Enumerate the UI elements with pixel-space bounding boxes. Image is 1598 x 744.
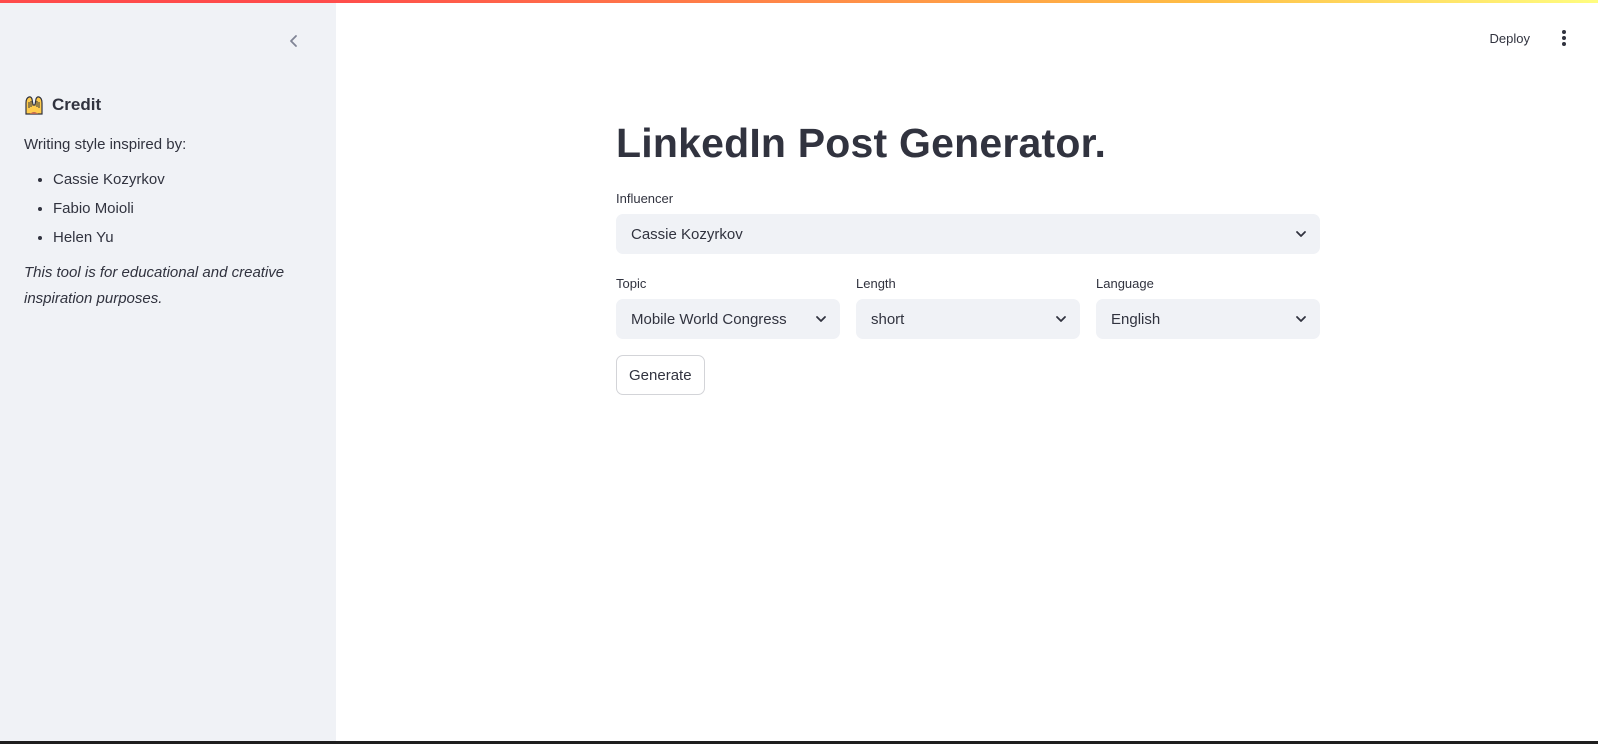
main-menu-button[interactable] [1548,22,1580,54]
list-item: Fabio Moioli [53,199,314,219]
topic-select[interactable]: Mobile World Congress [616,299,840,339]
topic-select-value: Mobile World Congress [631,310,787,328]
deploy-button[interactable]: Deploy [1480,25,1540,52]
generate-button[interactable]: Generate [616,355,705,395]
raising-hands-icon [24,94,46,116]
language-label: Language [1096,276,1154,291]
sidebar-intro: Writing style inspired by: [24,136,187,153]
collapse-sidebar-button[interactable] [283,30,305,52]
list-item: Cassie Kozyrkov [53,170,314,190]
language-select[interactable]: English [1096,299,1320,339]
length-label: Length [856,276,896,291]
length-select-value: short [871,310,905,328]
chevron-left-icon [290,35,297,47]
header-toolbar: Deploy [1480,22,1598,54]
length-column: Length short [856,273,1080,339]
chevron-down-icon [1296,231,1306,237]
influencer-select[interactable]: Cassie Kozyrkov [616,214,1320,254]
topic-column: Topic Mobile World Congress [616,273,840,339]
top-decoration-bar [0,0,1598,3]
language-select-value: English [1111,310,1161,328]
list-item: Helen Yu [53,228,314,248]
credit-heading-text: Credit [52,95,102,114]
options-row: Topic Mobile World Congress Length short… [616,273,1320,339]
chevron-down-icon [1296,316,1306,322]
influencer-credit-list: Cassie Kozyrkov Fabio Moioli Helen Yu [24,170,314,248]
sidebar-disclaimer: This tool is for educational and creativ… [24,264,285,307]
influencer-label: Influencer [616,191,674,206]
main-content: LinkedIn Post Generator. Influencer Cass… [616,110,1320,395]
sidebar: Credit Writing style inspired by: Cassie… [0,0,336,744]
topic-label: Topic [616,276,647,291]
length-select[interactable]: short [856,299,1080,339]
chevron-down-icon [816,316,826,322]
credit-heading: Credit [24,92,314,118]
sidebar-content: Credit Writing style inspired by: Cassie… [24,92,314,326]
influencer-select-value: Cassie Kozyrkov [631,225,743,243]
chevron-down-icon [1056,316,1066,322]
language-column: Language English [1096,273,1320,339]
more-vertical-icon [1562,30,1566,46]
page-title: LinkedIn Post Generator. [616,120,1107,166]
